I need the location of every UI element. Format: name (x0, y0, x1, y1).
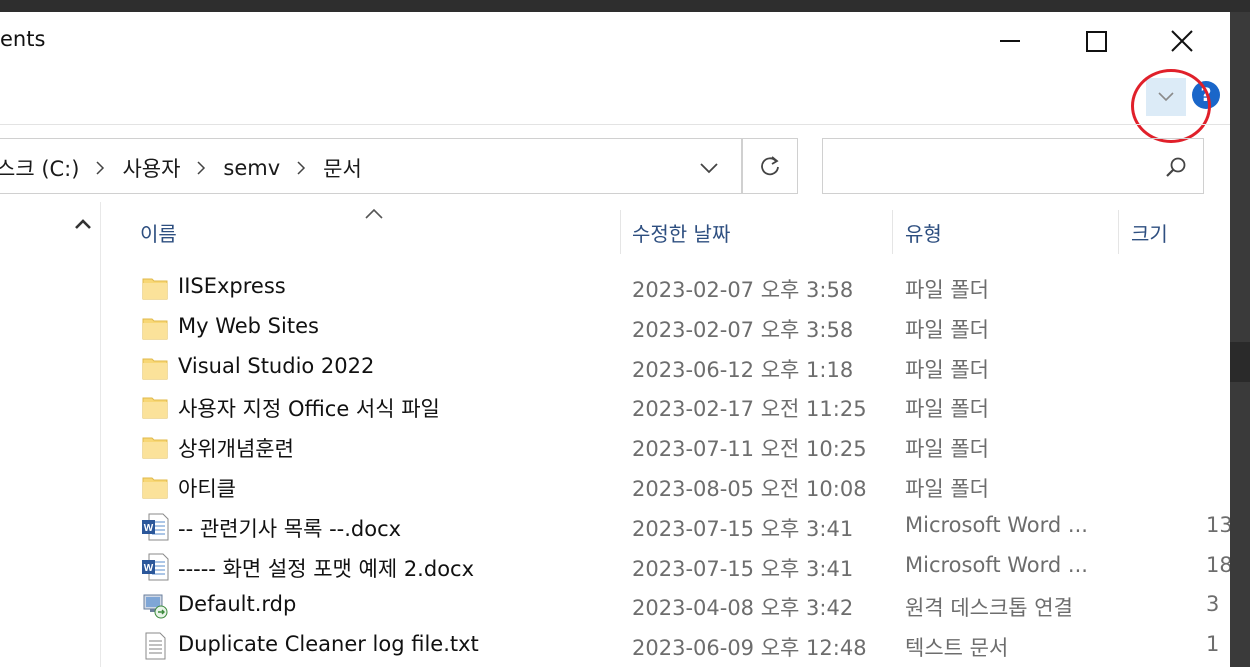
column-header-name[interactable]: 이름 (140, 218, 177, 247)
list-item[interactable]: My Web Sites 2023-02-07 오후 3:58 파일 폴더 (132, 308, 1230, 348)
file-date: 2023-07-11 오전 10:25 (632, 437, 867, 462)
file-name: Visual Studio 2022 (178, 353, 375, 378)
file-name: IISExpress (178, 274, 286, 298)
column-divider[interactable] (892, 210, 893, 254)
list-item[interactable]: 아티클 2023-08-05 오전 10:08 파일 폴더 (132, 467, 1230, 507)
folder-icon (140, 432, 170, 462)
file-type: 원격 데스크톱 연결 (905, 596, 1073, 621)
column-header-size[interactable]: 크기 (1131, 218, 1168, 247)
maximize-button[interactable] (1054, 12, 1138, 70)
svg-text:W: W (144, 563, 154, 574)
file-explorer-window: ents ? 스크 (C:) 사용자 semv 문서 이름 수정한 날짜 유형 … (0, 12, 1230, 667)
text-file-icon (140, 631, 170, 661)
folder-icon (140, 353, 170, 383)
column-headers: 이름 수정한 날짜 유형 크기 (0, 210, 1230, 254)
file-type: 파일 폴더 (905, 477, 989, 501)
file-name: ----- 화면 설정 포맷 예제 2.docx (178, 556, 475, 581)
breadcrumb-user[interactable]: semv (223, 156, 280, 180)
file-date: 2023-02-07 오후 3:58 (632, 317, 854, 342)
background-window-strip (1230, 12, 1250, 667)
word-doc-icon: W (140, 512, 170, 542)
breadcrumb-drive[interactable]: 스크 (C:) (0, 153, 79, 183)
list-item[interactable]: 상위개념훈련 2023-07-11 오전 10:25 파일 폴더 (132, 427, 1230, 467)
list-item[interactable]: 사용자 지정 Office 서식 파일 2023-02-17 오전 11:25 파일… (132, 387, 1230, 427)
file-type: 텍스트 문서 (905, 636, 1009, 661)
minimize-icon (1000, 40, 1020, 42)
refresh-button[interactable] (742, 138, 798, 194)
breadcrumb: 스크 (C:) 사용자 semv 문서 (0, 153, 362, 183)
close-icon (1171, 30, 1193, 52)
file-type: 파일 폴더 (905, 317, 989, 342)
file-name: -- 관련기사 목록 --.docx (178, 516, 402, 541)
file-type: 파일 폴더 (905, 278, 989, 302)
file-type: Microsoft Word ... (905, 552, 1088, 577)
file-type: 파일 폴더 (905, 437, 989, 462)
file-type: 파일 폴더 (905, 397, 989, 422)
file-size: 13 (1206, 512, 1230, 537)
navigation-pane-border (100, 202, 101, 667)
search-icon (1166, 157, 1186, 177)
file-name: Duplicate Cleaner log file.txt (178, 632, 479, 657)
address-bar[interactable]: 스크 (C:) 사용자 semv 문서 (0, 138, 742, 194)
list-item[interactable]: Duplicate Cleaner log file.txt 2023-06-09… (132, 626, 1230, 666)
minimize-button[interactable] (968, 12, 1052, 70)
file-type: Microsoft Word ... (905, 512, 1088, 537)
address-history-dropdown[interactable] (700, 159, 718, 178)
file-date: 2023-08-05 오전 10:08 (632, 477, 867, 501)
navigation-pane (0, 202, 100, 667)
folder-icon (140, 313, 170, 343)
folder-icon (140, 273, 170, 303)
file-name: 아티클 (178, 477, 236, 501)
file-date: 2023-07-15 오후 3:41 (632, 516, 854, 541)
file-name: My Web Sites (178, 313, 319, 338)
chevron-right-icon[interactable] (297, 161, 306, 175)
close-button[interactable] (1140, 12, 1224, 70)
file-name: 상위개념훈련 (178, 437, 294, 462)
window-title: ents (0, 27, 46, 51)
column-divider[interactable] (620, 210, 621, 254)
breadcrumb-users[interactable]: 사용자 (122, 153, 180, 183)
list-item[interactable]: Visual Studio 2022 2023-06-12 오후 1:18 파일 폴… (132, 348, 1230, 388)
top-edge (0, 0, 1250, 12)
maximize-icon (1085, 30, 1107, 52)
rdp-file-icon (140, 591, 170, 621)
file-date: 2023-06-12 오후 1:18 (632, 357, 854, 382)
folder-icon (140, 392, 170, 422)
file-size: 1 (1206, 632, 1220, 657)
highlight-annotation-circle (1131, 69, 1211, 143)
list-item[interactable]: IISExpress 2023-02-07 오후 3:58 파일 폴더 (132, 268, 1230, 308)
chevron-right-icon[interactable] (197, 161, 206, 175)
column-header-type[interactable]: 유형 (905, 218, 942, 247)
file-size: 18 (1206, 552, 1230, 577)
search-input[interactable] (822, 138, 1204, 194)
file-name: 사용자 지정 Office 서식 파일 (178, 397, 440, 422)
chevron-down-icon (700, 163, 718, 174)
folder-icon (140, 472, 170, 502)
file-date: 2023-06-09 오후 12:48 (632, 636, 867, 661)
breadcrumb-documents[interactable]: 문서 (323, 153, 362, 183)
column-header-date[interactable]: 수정한 날짜 (632, 218, 730, 247)
svg-text:W: W (144, 523, 154, 534)
file-date: 2023-02-17 오전 11:25 (632, 397, 867, 422)
list-item[interactable]: W ----- 화면 설정 포맷 예제 2.docx 2023-07-15 오후 3… (132, 547, 1230, 587)
sort-ascending-icon (365, 208, 383, 219)
word-doc-icon: W (140, 552, 170, 582)
ribbon-divider (0, 124, 1230, 125)
file-date: 2023-04-08 오후 3:42 (632, 596, 854, 621)
column-divider[interactable] (1118, 210, 1119, 254)
chevron-right-icon[interactable] (96, 161, 105, 175)
file-size: 3 (1206, 592, 1220, 617)
file-name: Default.rdp (178, 592, 297, 617)
refresh-icon (761, 156, 779, 176)
file-date: 2023-07-15 오후 3:41 (632, 556, 854, 581)
list-item[interactable]: Default.rdp 2023-04-08 오후 3:42 원격 데스크톱 연결 3 (132, 586, 1230, 626)
file-type: 파일 폴더 (905, 357, 989, 382)
list-item[interactable]: W -- 관련기사 목록 --.docx 2023-07-15 오후 3:41 Mic… (132, 507, 1230, 547)
file-date: 2023-02-07 오후 3:58 (632, 278, 854, 302)
